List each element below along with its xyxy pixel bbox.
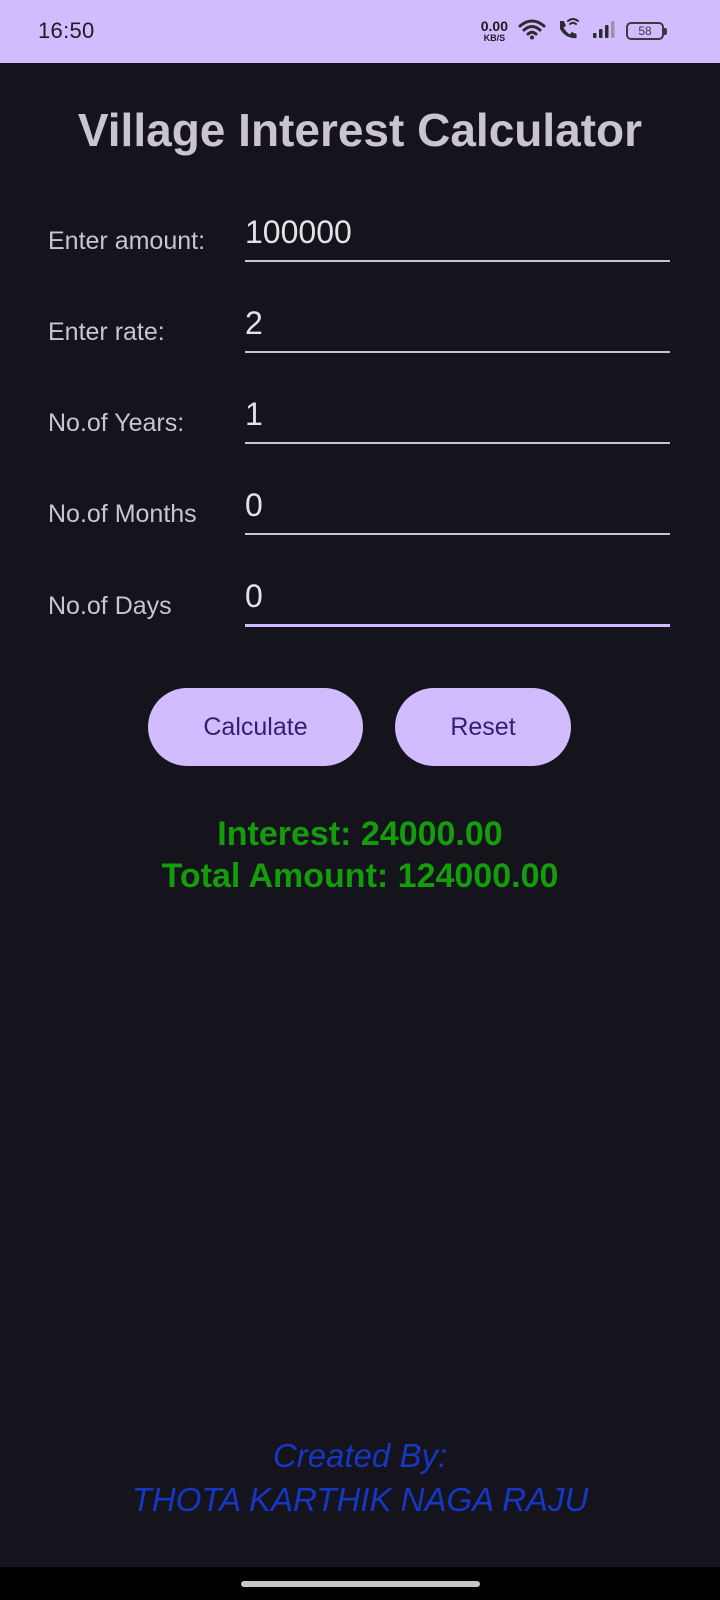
total-amount-result: Total Amount: 124000.00 (161, 857, 559, 895)
credit-author: THOTA KARTHIK NAGA RAJU (131, 1481, 589, 1518)
days-label: No.of Days (48, 592, 172, 620)
network-speed-value: 0.00 (480, 18, 508, 34)
navigation-bar (0, 1567, 720, 1600)
battery-level: 58 (638, 24, 652, 38)
status-icons: 0.00 KB/S 58 (481, 17, 667, 45)
years-input[interactable] (245, 394, 670, 444)
page-title: Village Interest Calculator (77, 104, 643, 156)
months-input[interactable] (245, 485, 670, 535)
days-row: No.of Days (48, 563, 680, 627)
wifi-call-icon (556, 17, 582, 45)
calculate-button[interactable]: Calculate (148, 688, 363, 766)
credit-heading: Created By: (272, 1437, 448, 1474)
wifi-icon (518, 18, 546, 45)
signal-icon (592, 19, 616, 44)
years-row: No.of Years: (48, 380, 680, 444)
home-gesture-handle[interactable] (241, 1581, 480, 1587)
battery-icon: 58 (626, 22, 667, 40)
amount-input[interactable] (245, 212, 670, 262)
amount-label: Enter amount: (48, 227, 206, 255)
status-time: 16:50 (38, 18, 95, 43)
network-speed-unit: KB/S (483, 33, 506, 43)
rate-label: Enter rate: (48, 318, 165, 346)
amount-row: Enter amount: (48, 198, 680, 262)
rate-row: Enter rate: (48, 289, 680, 353)
months-label: No.of Months (48, 500, 197, 528)
reset-button[interactable]: Reset (395, 688, 571, 766)
rate-input[interactable] (245, 303, 670, 353)
days-input[interactable] (245, 577, 670, 627)
status-bar: 16:50 0.00 KB/S 58 (0, 0, 720, 63)
months-row: No.of Months (48, 471, 680, 535)
years-label: No.of Years: (48, 409, 185, 437)
interest-result: Interest: 24000.00 (217, 815, 503, 853)
network-speed: 0.00 KB/S (481, 19, 508, 43)
